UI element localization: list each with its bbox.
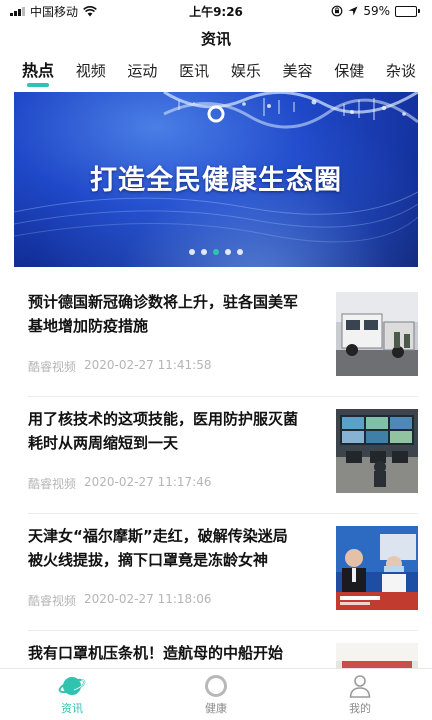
tab-beauty[interactable]: 美容: [283, 60, 313, 90]
carousel-dot[interactable]: [189, 249, 195, 255]
tab-sports[interactable]: 运动: [127, 60, 157, 90]
news-broadcast-photo: [336, 526, 418, 610]
carousel-dot[interactable]: [225, 249, 231, 255]
nav-health[interactable]: 健康: [176, 674, 256, 716]
military-vehicle-photo: [336, 292, 418, 376]
bottom-navigation: 资讯 健康 我的: [0, 668, 432, 720]
nav-label: 资讯: [61, 701, 83, 715]
news-source: 酷睿视频: [28, 594, 77, 608]
news-time: 2020-02-27 11:41:58: [84, 358, 212, 372]
news-title: 我有口罩机压条机！造航母的中船开始: [28, 644, 284, 662]
carousel-dot-active[interactable]: [213, 249, 219, 255]
carousel-dot[interactable]: [201, 249, 207, 255]
banner-carousel[interactable]: 打造全民健康生态圈: [14, 92, 418, 267]
news-item[interactable]: 用了核技术的这项技能，医用防护服灭菌耗时从两周缩短到一天 酷睿视频 2020-0…: [28, 397, 418, 514]
user-icon: [349, 674, 371, 698]
ring-icon: [205, 674, 227, 697]
news-thumbnail: [336, 409, 418, 493]
battery-percent: 59%: [363, 4, 390, 18]
news-title: 预计德国新冠确诊数将上升，驻各国美军基地增加防疫措施: [28, 293, 299, 335]
tab-health-care[interactable]: 保健: [334, 60, 364, 90]
news-time: 2020-02-27 11:17:46: [84, 475, 212, 489]
tab-misc[interactable]: 杂谈: [386, 60, 416, 90]
banner-headline: 打造全民健康生态圈: [90, 165, 342, 196]
location-arrow-icon: [348, 6, 358, 16]
nav-label: 健康: [205, 701, 227, 715]
nav-news[interactable]: 资讯: [32, 674, 112, 716]
battery-icon: [395, 5, 420, 17]
control-room-photo: [336, 409, 418, 493]
news-thumbnail: [336, 526, 418, 610]
carrier-label: 中国移动: [30, 4, 79, 19]
news-title: 天津女“福尔摩斯”走红，破解传染迷局被火线提拔，摘下口罩竟是冻龄女神: [28, 527, 288, 569]
news-item[interactable]: 预计德国新冠确诊数将上升，驻各国美军基地增加防疫措施 酷睿视频 2020-02-…: [28, 280, 418, 397]
planet-icon: [58, 676, 86, 695]
news-thumbnail: [336, 292, 418, 376]
carousel-indicator: [14, 249, 418, 255]
news-time: 2020-02-27 11:18:06: [84, 592, 212, 606]
tab-video[interactable]: 视频: [76, 60, 106, 90]
nav-label: 我的: [349, 701, 371, 715]
carousel-dot[interactable]: [237, 249, 243, 255]
news-list: 预计德国新冠确诊数将上升，驻各国美军基地增加防疫措施 酷睿视频 2020-02-…: [0, 280, 432, 720]
news-source: 酷睿视频: [28, 477, 77, 491]
orientation-lock-icon: [331, 5, 343, 17]
news-item[interactable]: 天津女“福尔摩斯”走红，破解传染迷局被火线提拔，摘下口罩竟是冻龄女神 酷睿视频 …: [28, 514, 418, 631]
news-source: 酷睿视频: [28, 360, 77, 374]
category-tabs: 热点 视频 运动 医讯 娱乐 美容 保健 杂谈: [0, 60, 432, 92]
cellular-signal-icon: [10, 6, 25, 16]
tab-entertainment[interactable]: 娱乐: [231, 60, 261, 90]
status-bar: 中国移动 上午9:26 59%: [0, 0, 432, 22]
nav-profile[interactable]: 我的: [320, 674, 400, 716]
news-title: 用了核技术的这项技能，医用防护服灭菌耗时从两周缩短到一天: [28, 410, 299, 452]
tab-medical-news[interactable]: 医讯: [179, 60, 209, 90]
tab-hot[interactable]: 热点: [22, 60, 54, 90]
wifi-icon: [83, 5, 97, 16]
page-title: 资讯: [200, 30, 231, 48]
